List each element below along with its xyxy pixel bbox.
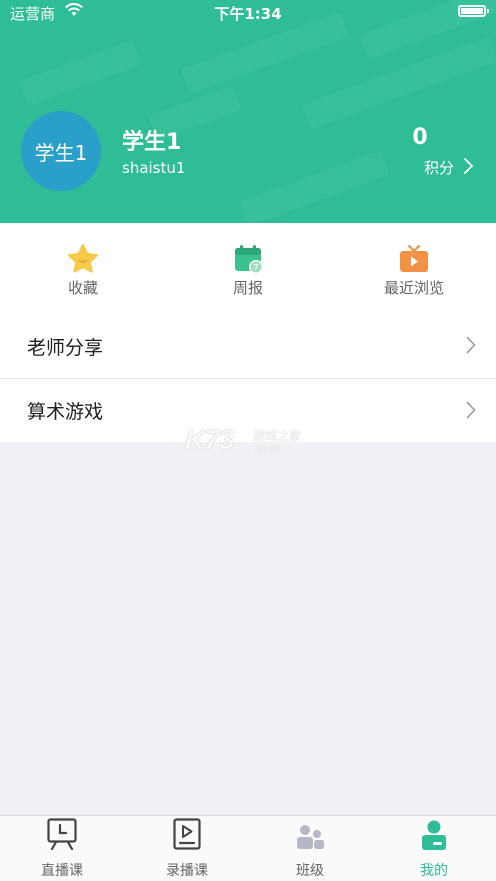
user-name: 学生1: [122, 130, 182, 155]
clock-time: 下午1:34: [214, 5, 282, 23]
shortcut-recent[interactable]: 最近浏览: [354, 243, 474, 298]
header-decoration: [240, 150, 390, 223]
battery-icon: [458, 5, 489, 17]
user-id: shaistu1: [122, 159, 186, 177]
header-decoration: [180, 11, 350, 95]
chevron-right-icon: [466, 401, 476, 424]
profile-header: 学生1 学生1 shaistu1 0 积分: [0, 0, 496, 223]
calendar-icon: 7: [232, 243, 264, 275]
profile-icon: [421, 820, 447, 854]
chevron-right-icon: [466, 336, 476, 359]
tab-bar: 直播课 录播课 班级 我的: [0, 815, 496, 881]
chevron-right-icon: [464, 157, 473, 178]
points-value: 0: [412, 125, 428, 150]
calendar-badge: 7: [253, 264, 259, 274]
watermark-domain: .com: [253, 442, 280, 455]
tab-label: 录播课: [166, 863, 208, 879]
shortcut-label: 最近浏览: [383, 279, 444, 297]
menu-item-label: 老师分享: [27, 336, 104, 359]
tab-label: 我的: [420, 863, 448, 879]
tab-class[interactable]: 班级: [260, 822, 360, 880]
avatar[interactable]: 学生1: [21, 111, 101, 191]
tv-icon: [398, 243, 430, 275]
menu-item-teacher-share[interactable]: 老师分享: [0, 314, 496, 378]
class-icon: [296, 824, 324, 854]
recorded-class-icon: [173, 818, 201, 854]
header-decoration: [301, 36, 496, 130]
star-icon: [67, 243, 99, 275]
watermark-logo: K73 游戏之家 .com: [185, 424, 325, 456]
tab-label: 班级: [296, 863, 324, 879]
tab-live-class[interactable]: 直播课: [12, 818, 112, 880]
shortcut-weekly-report[interactable]: 7 周报: [188, 243, 308, 298]
watermark-brand: K73: [185, 424, 234, 455]
menu-list: 老师分享 算术游戏: [0, 314, 496, 442]
status-bar: 运营商 下午1:34: [0, 0, 496, 24]
shortcut-favorites[interactable]: 收藏: [23, 243, 143, 298]
tab-me[interactable]: 我的: [384, 820, 484, 880]
shortcut-label: 收藏: [67, 279, 98, 297]
menu-item-label: 算术游戏: [27, 401, 104, 423]
tab-label: 直播课: [41, 863, 83, 879]
shortcuts-row: 收藏 7 周报 最近浏览: [0, 223, 496, 314]
points-label: 积分: [424, 159, 455, 177]
live-class-icon: [47, 818, 77, 854]
points-link[interactable]: 积分: [424, 157, 473, 178]
tab-recorded-class[interactable]: 录播课: [137, 818, 237, 880]
avatar-text: 学生1: [34, 140, 88, 165]
header-decoration: [19, 40, 141, 106]
shortcut-label: 周报: [232, 279, 263, 297]
